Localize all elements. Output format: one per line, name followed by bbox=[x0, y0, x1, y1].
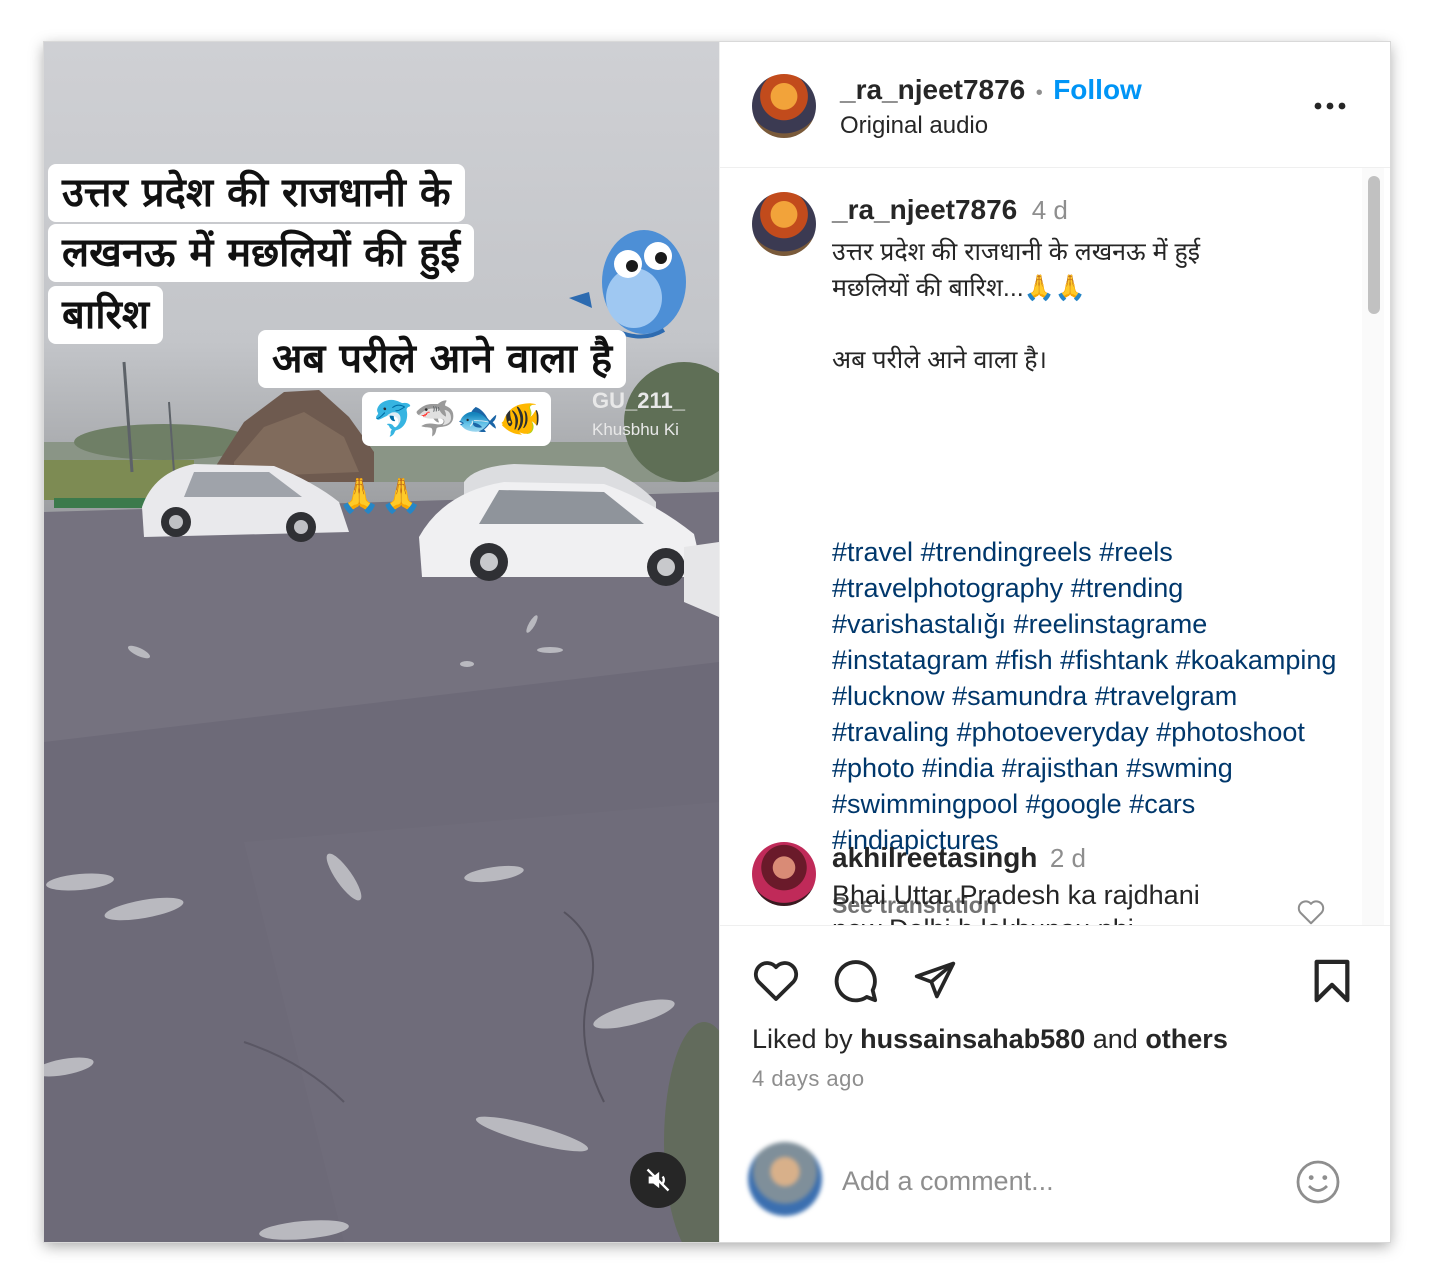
hashtag-link[interactable]: #reels bbox=[1099, 537, 1173, 567]
watermark-handle: GU_211_ bbox=[592, 388, 685, 413]
hashtag-link[interactable]: #travel bbox=[832, 537, 913, 567]
hashtag-link[interactable]: #instatagram bbox=[832, 645, 988, 675]
hashtag-link[interactable]: #fish bbox=[996, 645, 1053, 675]
watermark-name: Khusbhu Ki bbox=[592, 420, 679, 439]
liked-by-user[interactable]: hussainsahab580 bbox=[860, 1024, 1085, 1054]
caption-text: उत्तर प्रदेश की राजधानी के लखनऊ में हुई … bbox=[832, 238, 1201, 374]
post-actions: Liked by hussainsahab580 and others 4 da… bbox=[720, 925, 1390, 1242]
hashtag-link[interactable]: #rajisthan bbox=[1002, 753, 1119, 783]
speaker-muted-icon bbox=[646, 1168, 670, 1192]
comments-scroll-area[interactable]: _ra_njeet7876 4 d उत्तर प्रदेश की राजधान… bbox=[720, 168, 1390, 925]
dot-separator: • bbox=[1035, 82, 1043, 104]
hashtag-link[interactable]: #travaling bbox=[832, 717, 949, 747]
current-user-avatar bbox=[748, 1142, 822, 1216]
caption-username[interactable]: _ra_njeet7876 bbox=[832, 194, 1017, 225]
post-date[interactable]: 4 days ago bbox=[752, 1066, 865, 1092]
more-options-button[interactable] bbox=[1310, 94, 1350, 118]
comments-scrollbar[interactable] bbox=[1362, 168, 1384, 925]
smiley-face-icon bbox=[1296, 1160, 1340, 1204]
more-horizontal-icon bbox=[1314, 102, 1346, 110]
comment-bubble-icon bbox=[834, 960, 878, 1003]
post-sidebar: _ra_njeet7876 • Follow Original audio _r… bbox=[719, 42, 1390, 1242]
scrollbar-thumb[interactable] bbox=[1368, 176, 1380, 314]
hashtag-link[interactable]: #koakamping bbox=[1176, 645, 1337, 675]
hashtag-link[interactable]: #india bbox=[922, 753, 994, 783]
liked-by-and: and bbox=[1092, 1024, 1138, 1054]
comment-age: 2 d bbox=[1049, 843, 1087, 873]
add-comment-input[interactable]: Add a comment... bbox=[842, 1166, 1054, 1197]
hashtag-link[interactable]: #swming bbox=[1126, 753, 1233, 783]
paper-plane-icon bbox=[914, 961, 956, 999]
comment-text-line-2: new Delhi h lakhunau nhi bbox=[832, 914, 1134, 925]
overlay-caption-line-3: बारिश bbox=[48, 286, 164, 344]
post-header: _ra_njeet7876 • Follow Original audio bbox=[720, 42, 1390, 168]
hashtag-link[interactable]: #lucknow bbox=[832, 681, 945, 711]
like-button[interactable] bbox=[752, 958, 800, 1007]
save-button[interactable] bbox=[1312, 958, 1352, 1009]
bookmark-icon bbox=[1314, 959, 1350, 1003]
hashtag-link[interactable]: #cars bbox=[1129, 789, 1195, 819]
hashtag-link[interactable]: #fishtank bbox=[1060, 645, 1168, 675]
liked-by-text: Liked by hussainsahab580 and others bbox=[752, 1024, 1228, 1055]
pray-emoji: 🙏🙏 bbox=[338, 477, 423, 515]
emoji-picker-button[interactable] bbox=[1294, 1158, 1342, 1211]
hashtag-link[interactable]: #photoshoot bbox=[1156, 717, 1305, 747]
hashtag-link[interactable]: #swimmingpool bbox=[832, 789, 1018, 819]
commenter-avatar[interactable] bbox=[752, 842, 816, 906]
hashtag-link[interactable]: #travelgram bbox=[1095, 681, 1238, 711]
overlay-caption-line-4: अब परीले आने वाला है bbox=[258, 330, 627, 388]
hashtag-link[interactable]: #photoeveryday bbox=[957, 717, 1149, 747]
heart-outline-icon bbox=[1297, 900, 1325, 925]
caption-age: 4 d bbox=[1031, 195, 1068, 225]
author-username[interactable]: _ra_njeet7876 bbox=[840, 74, 1025, 105]
liked-by-prefix: Liked by bbox=[752, 1024, 853, 1054]
reel-video[interactable]: उत्तर प्रदेश की राजधानी के लखनऊ में मछलि… bbox=[44, 42, 719, 1242]
author-avatar[interactable] bbox=[752, 74, 816, 138]
overlay-caption-line-1: उत्तर प्रदेश की राजधानी के bbox=[48, 164, 465, 222]
hashtag-link[interactable]: #trendingreels bbox=[921, 537, 1092, 567]
overlay-caption-line-2: लखनऊ में मछलियों की हुई bbox=[48, 224, 475, 282]
post-modal: उत्तर प्रदेश की राजधानी के लखनऊ में मछलि… bbox=[44, 42, 1390, 1242]
liked-by-others[interactable]: others bbox=[1145, 1024, 1228, 1054]
comment-text-line-1: Bhai Uttar Pradesh ka rajdhani bbox=[832, 880, 1200, 910]
hashtag-link[interactable]: #photo bbox=[832, 753, 915, 783]
caption-author-avatar[interactable] bbox=[752, 192, 816, 256]
hashtag-link[interactable]: #varishastalığı bbox=[832, 609, 1006, 639]
follow-button[interactable]: Follow bbox=[1053, 74, 1142, 105]
caption-hashtags: #travel #trendingreels #reels #travelpho… bbox=[832, 534, 1352, 858]
mute-toggle-button[interactable] bbox=[630, 1152, 686, 1208]
video-scene bbox=[44, 230, 719, 1242]
share-button[interactable] bbox=[912, 958, 958, 1007]
hashtag-link[interactable]: #travelphotography bbox=[832, 573, 1063, 603]
hashtag-link[interactable]: #samundra bbox=[952, 681, 1087, 711]
heart-icon bbox=[753, 961, 799, 1001]
hashtag-link[interactable]: #google bbox=[1026, 789, 1122, 819]
comment-like-button[interactable] bbox=[1296, 898, 1326, 925]
cartoon-fish-sticker bbox=[569, 230, 686, 339]
overlay-emoji-row: 🐬🦈🐟🐠 bbox=[362, 392, 552, 446]
comment-button[interactable] bbox=[833, 958, 879, 1009]
audio-label[interactable]: Original audio bbox=[840, 112, 988, 140]
hashtag-link[interactable]: #trending bbox=[1071, 573, 1184, 603]
commenter-username[interactable]: akhilreetasingh bbox=[832, 842, 1037, 873]
hashtag-link[interactable]: #reelinstagrame bbox=[1014, 609, 1208, 639]
